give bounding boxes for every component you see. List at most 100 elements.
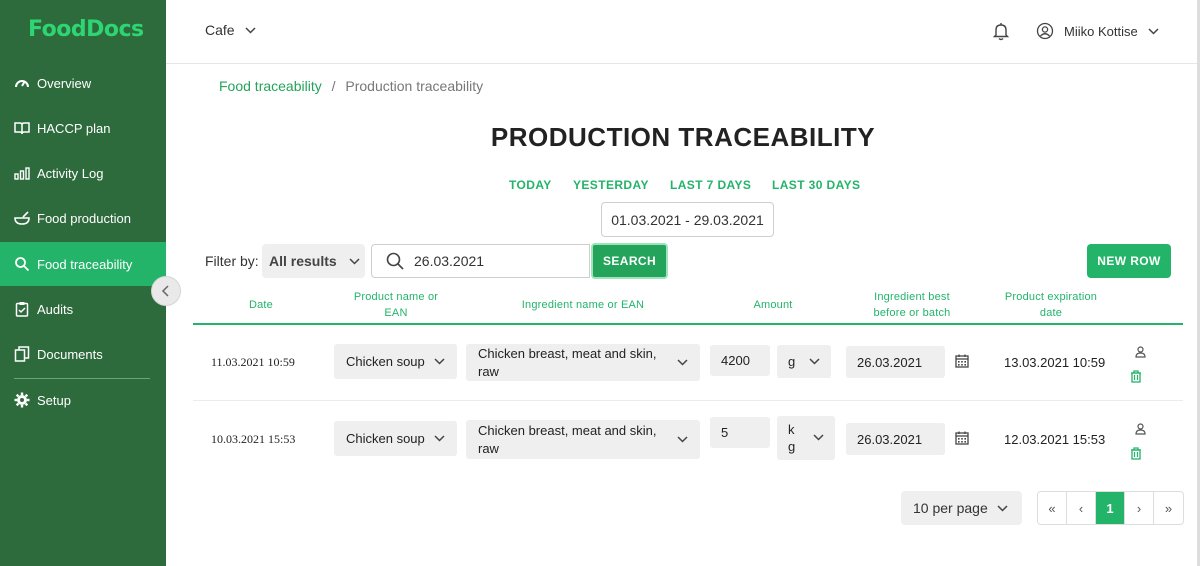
sidebar-item-label: Food production [37,210,131,226]
notifications-button[interactable] [992,22,1010,46]
user-avatar-icon [1036,22,1054,40]
documents-icon [13,345,31,363]
ingredient-select-value-line1: Chicken breast, meat and skin, [478,346,657,361]
range-last-7-days-button[interactable]: LAST 7 DAYS [670,178,751,192]
page-title: PRODUCTION TRACEABILITY [490,122,876,152]
user-menu[interactable]: Miiko Kottise [1036,22,1159,40]
user-icon[interactable] [1135,423,1146,435]
sidebar: FoodDocs Overview HACCP plan Activity Lo… [0,0,166,566]
unit-select[interactable]: g [777,345,831,378]
calendar-icon[interactable] [955,431,969,445]
chevron-down-icon [245,26,256,34]
filter-label: Filter by: [205,253,259,269]
location-select[interactable]: Cafe [205,22,256,38]
prev-page-button[interactable]: ‹ [1067,492,1096,524]
column-header-expiration-line1: Product expiration [1004,291,1098,303]
per-page-select[interactable]: 10 per page [901,491,1022,525]
ingredient-select-value-line2: raw [478,364,499,379]
ingredient-select[interactable]: Chicken breast, meat and skin, raw [466,344,700,381]
gear-icon [13,391,31,409]
column-header-product: Product name or EAN [336,289,456,321]
app-logo[interactable]: FoodDocs [28,17,144,42]
column-header-expiration: Product expiration date [991,289,1111,321]
column-header-date: Date [248,299,274,311]
breadcrumb-link-food-traceability[interactable]: Food traceability [219,78,322,94]
per-page-value: 10 per page [913,500,988,516]
row-divider [193,400,1183,401]
unit-select-value-line2: g [788,439,796,454]
page-button-current[interactable]: 1 [1096,492,1125,524]
search-input[interactable]: 26.03.2021 [371,244,590,278]
next-page-button[interactable]: › [1125,492,1154,524]
sidebar-item-setup[interactable]: Setup [0,378,166,422]
sidebar-item-documents[interactable]: Documents [0,332,166,376]
sidebar-item-food-production[interactable]: Food production [0,196,166,240]
user-name: Miiko Kottise [1064,23,1138,39]
filter-select[interactable]: All results [262,244,365,278]
sidebar-item-label: Food traceability [37,256,133,272]
product-select[interactable]: Chicken soup [334,421,457,456]
best-before-input[interactable]: 26.03.2021 [846,423,945,455]
breadcrumb: Food traceability / Production traceabil… [219,78,483,94]
user-icon[interactable] [1135,346,1146,358]
unit-select[interactable]: k g [777,416,835,460]
amount-input[interactable]: 5 [710,417,770,448]
row-expiration: 13.03.2021 10:59 [1004,355,1106,370]
unit-select-value: g [788,354,796,369]
clipboard-icon [13,300,31,318]
pagination: « ‹ 1 › » [1037,491,1184,525]
sidebar-item-audits[interactable]: Audits [0,287,166,331]
ingredient-select[interactable]: Chicken breast, meat and skin, raw [466,420,700,459]
ingredient-select-value-line2: raw [478,440,499,456]
best-before-input[interactable]: 26.03.2021 [846,346,945,378]
unit-select-value-line1: k [788,422,795,437]
first-page-button[interactable]: « [1038,492,1067,524]
date-range-picker[interactable]: 01.03.2021 - 29.03.2021 [601,202,774,237]
new-row-button[interactable]: NEW ROW [1087,244,1171,278]
calendar-icon[interactable] [955,354,969,368]
column-header-expiration-line2: date [1039,307,1063,319]
product-select-value: Chicken soup [346,354,425,369]
collapse-sidebar-button[interactable] [151,276,181,306]
product-select-value: Chicken soup [346,431,425,446]
chevron-down-icon [434,357,445,365]
chevron-down-icon [434,434,445,442]
sidebar-item-haccp-plan[interactable]: HACCP plan [0,106,166,150]
chevron-left-icon [161,285,169,297]
chevron-down-icon [349,257,360,265]
row-date: 10.03.2021 15:53 [211,432,296,446]
amount-input[interactable]: 4200 [710,345,770,376]
sidebar-item-overview[interactable]: Overview [0,61,166,105]
sidebar-item-activity-log[interactable]: Activity Log [0,151,166,195]
range-yesterday-button[interactable]: YESTERDAY [573,178,649,192]
chevron-down-icon [997,505,1008,512]
bell-icon [992,23,1010,41]
search-button[interactable]: SEARCH [591,243,668,279]
search-icon [386,252,404,270]
bar-chart-icon [13,164,31,182]
last-page-button[interactable]: » [1154,492,1183,524]
trash-icon[interactable] [1130,447,1142,460]
product-select[interactable]: Chicken soup [334,344,457,379]
row-date: 11.03.2021 10:59 [211,355,295,369]
column-header-best-before-line1: Ingredient best [874,291,950,303]
sidebar-item-food-traceability[interactable]: Food traceability [0,242,166,286]
breadcrumb-separator: / [331,78,336,94]
book-icon [13,119,31,137]
column-header-best-before-line2: before or batch [873,307,951,319]
column-header-ingredient: Ingredient name or EAN [521,299,645,311]
trash-icon[interactable] [1130,370,1142,383]
chevron-down-icon [813,434,824,441]
column-header-product-line2: EAN [384,307,408,319]
location-label: Cafe [205,22,235,38]
column-header-amount: Amount [753,299,793,311]
search-icon [13,255,31,273]
sidebar-item-label: Overview [37,75,92,91]
chevron-down-icon [677,435,688,443]
top-header: Cafe Miiko Kottise [166,0,1200,64]
range-today-button[interactable]: TODAY [509,178,552,192]
sidebar-item-label: Documents [37,346,103,362]
range-last-30-days-button[interactable]: LAST 30 DAYS [772,178,860,192]
chevron-down-icon [809,357,820,365]
breadcrumb-current: Production traceability [345,78,484,94]
